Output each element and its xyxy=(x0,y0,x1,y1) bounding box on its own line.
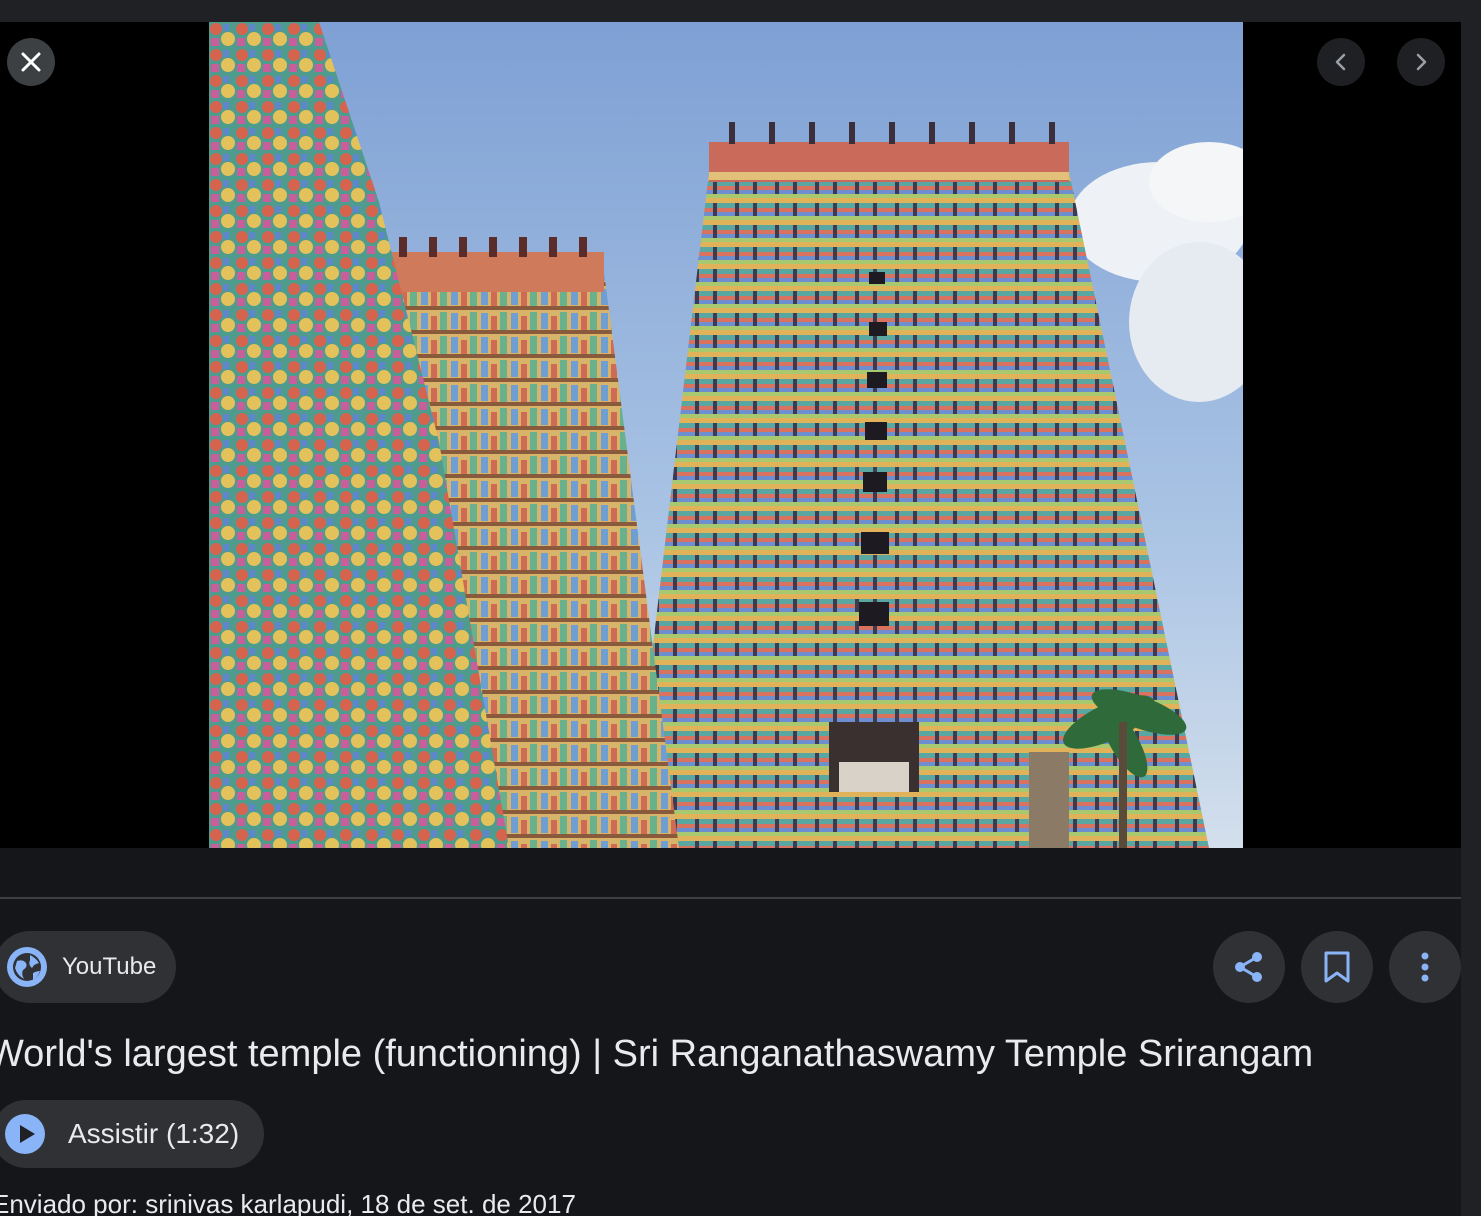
image-viewer-panel: YouTube World's largest temple (function… xyxy=(0,0,1481,1216)
chevron-right-icon xyxy=(1416,53,1427,71)
top-bar xyxy=(0,0,1481,22)
share-button[interactable] xyxy=(1213,931,1285,1003)
save-button[interactable] xyxy=(1301,931,1373,1003)
result-title-link[interactable]: World's largest temple (functioning) | S… xyxy=(0,1028,1313,1080)
upload-info: Enviado por: srinivas karlapudi, 18 de s… xyxy=(0,1189,576,1216)
watch-label: Assistir (1:32) xyxy=(68,1118,240,1149)
globe-icon xyxy=(7,947,47,987)
next-image-button[interactable] xyxy=(1397,38,1445,86)
source-chip[interactable]: YouTube xyxy=(0,931,176,1003)
close-button[interactable] xyxy=(7,38,55,86)
section-divider xyxy=(0,897,1461,899)
previous-image-button[interactable] xyxy=(1317,38,1365,86)
share-icon xyxy=(1235,952,1262,982)
chevron-left-icon xyxy=(1335,53,1346,71)
close-icon xyxy=(21,52,41,72)
watch-video-button[interactable]: Assistir (1:32) xyxy=(0,1100,264,1168)
temple-illustration xyxy=(209,22,1243,848)
bookmark-icon xyxy=(1324,951,1350,983)
more-options-button[interactable] xyxy=(1389,931,1461,1003)
more-vert-icon xyxy=(1421,952,1429,982)
preview-image[interactable] xyxy=(209,22,1243,848)
panel-scrollbar-track[interactable] xyxy=(1461,22,1481,1216)
source-name: YouTube xyxy=(62,953,157,980)
play-icon xyxy=(5,1114,45,1154)
